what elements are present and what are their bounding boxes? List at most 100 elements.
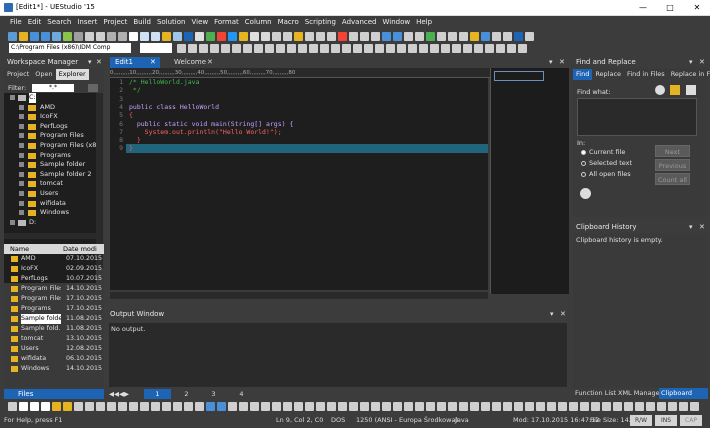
tool-icon-21[interactable] (492, 32, 501, 41)
next-button[interactable]: Next (655, 145, 690, 157)
web-icon[interactable] (63, 32, 72, 41)
fmt-icon-30[interactable] (327, 402, 336, 411)
tab-clipboard-history[interactable]: Clipboard Hi... (659, 388, 708, 408)
tb2-icon-17[interactable] (353, 44, 362, 53)
tb2-icon-1[interactable] (177, 44, 186, 53)
font-icon[interactable] (129, 32, 138, 41)
fmt-icon-10[interactable] (107, 402, 116, 411)
tool-icon-11[interactable] (382, 32, 391, 41)
hex-icon[interactable] (195, 32, 204, 41)
status-line-ending[interactable]: DOS (331, 413, 345, 428)
column-mode-icon[interactable] (184, 32, 193, 41)
fmt-icon-37[interactable] (404, 402, 413, 411)
fmt-icon-51[interactable] (558, 402, 567, 411)
fmt-icon-23[interactable] (250, 402, 259, 411)
fmt-icon-42[interactable] (459, 402, 468, 411)
tab-xml-manager[interactable]: XML Manager (618, 388, 662, 399)
tb2-icon-28[interactable] (474, 44, 483, 53)
tool-icon-15[interactable] (426, 32, 435, 41)
tab-find[interactable]: Find (573, 69, 593, 80)
fmt-icon-46[interactable] (503, 402, 512, 411)
tb2-icon-8[interactable] (254, 44, 263, 53)
tb2-icon-25[interactable] (441, 44, 450, 53)
tool-icon-5[interactable] (316, 32, 325, 41)
tab-nav-icon[interactable]: ◀◀◀▶ (109, 389, 129, 399)
fmt-icon-13[interactable] (140, 402, 149, 411)
tb2-icon-29[interactable] (485, 44, 494, 53)
tb2-icon-12[interactable] (298, 44, 307, 53)
tb2-icon-16[interactable] (342, 44, 351, 53)
option-selected-text[interactable]: Selected text (581, 158, 632, 168)
tb2-icon-10[interactable] (276, 44, 285, 53)
fmt-icon-39[interactable] (426, 402, 435, 411)
fmt-icon-20[interactable] (217, 402, 226, 411)
tb2-icon-24[interactable] (430, 44, 439, 53)
find-icon[interactable] (140, 32, 149, 41)
tool-icon-19[interactable] (470, 32, 479, 41)
tb2-icon-31[interactable] (507, 44, 516, 53)
copy-icon[interactable] (85, 32, 94, 41)
fmt-icon-29[interactable] (316, 402, 325, 411)
redo-icon[interactable] (118, 32, 127, 41)
tree-scrollbar[interactable] (96, 93, 103, 269)
editor-hscrollbar[interactable] (110, 292, 488, 299)
code-editor[interactable]: 123456789 /* HelloWorld.java */ public cl… (110, 78, 488, 290)
collapse-icon[interactable] (580, 188, 591, 199)
tb2-icon-4[interactable] (210, 44, 219, 53)
tb2-icon-18[interactable] (364, 44, 373, 53)
fmt-icon-50[interactable] (547, 402, 556, 411)
status-encoding[interactable]: 1250 (ANSI - Europa Środkowa) (356, 413, 458, 428)
fmt-icon-16[interactable] (173, 402, 182, 411)
run-icon[interactable] (206, 32, 215, 41)
fmt-icon-26[interactable] (283, 402, 292, 411)
options-icon[interactable] (655, 85, 665, 95)
tool-icon-18[interactable] (459, 32, 468, 41)
tb2-icon-20[interactable] (386, 44, 395, 53)
menu-insert[interactable]: Insert (74, 16, 100, 29)
tool-icon-9[interactable] (360, 32, 369, 41)
tree-drive-d[interactable]: D: (4, 218, 96, 228)
fmt-icon-17[interactable] (184, 402, 193, 411)
fmt-icon-18[interactable] (195, 402, 204, 411)
compare-icon[interactable] (250, 32, 259, 41)
status-rw[interactable]: R/W (630, 415, 652, 426)
replace-icon[interactable] (151, 32, 160, 41)
project-icon[interactable] (239, 32, 248, 41)
filter-options-icon[interactable] (88, 84, 98, 92)
tree-item[interactable]: IcoFX (4, 112, 96, 122)
fmt-icon-38[interactable] (415, 402, 424, 411)
file-row[interactable]: Sample fold... 11.08.2015 (4, 324, 104, 334)
panel-close-icon[interactable]: ✕ (96, 58, 102, 66)
file-row[interactable]: Program Files 17.10.2015 (4, 294, 104, 304)
quick-input[interactable] (140, 43, 172, 53)
tb2-icon-21[interactable] (397, 44, 406, 53)
tree-item[interactable]: Program Files (4, 131, 96, 141)
fmt-icon-33[interactable] (360, 402, 369, 411)
tool-icon-2[interactable] (283, 32, 292, 41)
open-icon[interactable] (19, 32, 28, 41)
wordwrap-icon[interactable] (173, 32, 182, 41)
fmt-icon-22[interactable] (239, 402, 248, 411)
tb2-icon-9[interactable] (265, 44, 274, 53)
tool-icon[interactable] (272, 32, 281, 41)
tb2-icon-27[interactable] (463, 44, 472, 53)
option-all-open-files[interactable]: All open files (581, 169, 631, 179)
tree-item[interactable]: Sample folder (4, 160, 96, 170)
fmt-icon-63[interactable] (690, 402, 699, 411)
tool-icon-24[interactable] (525, 32, 534, 41)
fmt-icon-44[interactable] (481, 402, 490, 411)
file-row[interactable]: Programs 17.10.2015 (4, 304, 104, 314)
tb2-icon-6[interactable] (232, 44, 241, 53)
fmt-icon-43[interactable] (470, 402, 479, 411)
tab-function-list[interactable]: Function List (575, 388, 616, 399)
minimap[interactable] (490, 68, 569, 294)
tb2-icon-11[interactable] (287, 44, 296, 53)
tool-icon-8[interactable] (349, 32, 358, 41)
fmt-icon-12[interactable] (129, 402, 138, 411)
font-color-icon[interactable] (8, 402, 17, 411)
tool-icon-20[interactable] (481, 32, 490, 41)
fmt-icon-35[interactable] (382, 402, 391, 411)
fmt-icon-62[interactable] (679, 402, 688, 411)
menu-project[interactable]: Project (100, 16, 130, 29)
menu-file[interactable]: File (7, 16, 25, 29)
